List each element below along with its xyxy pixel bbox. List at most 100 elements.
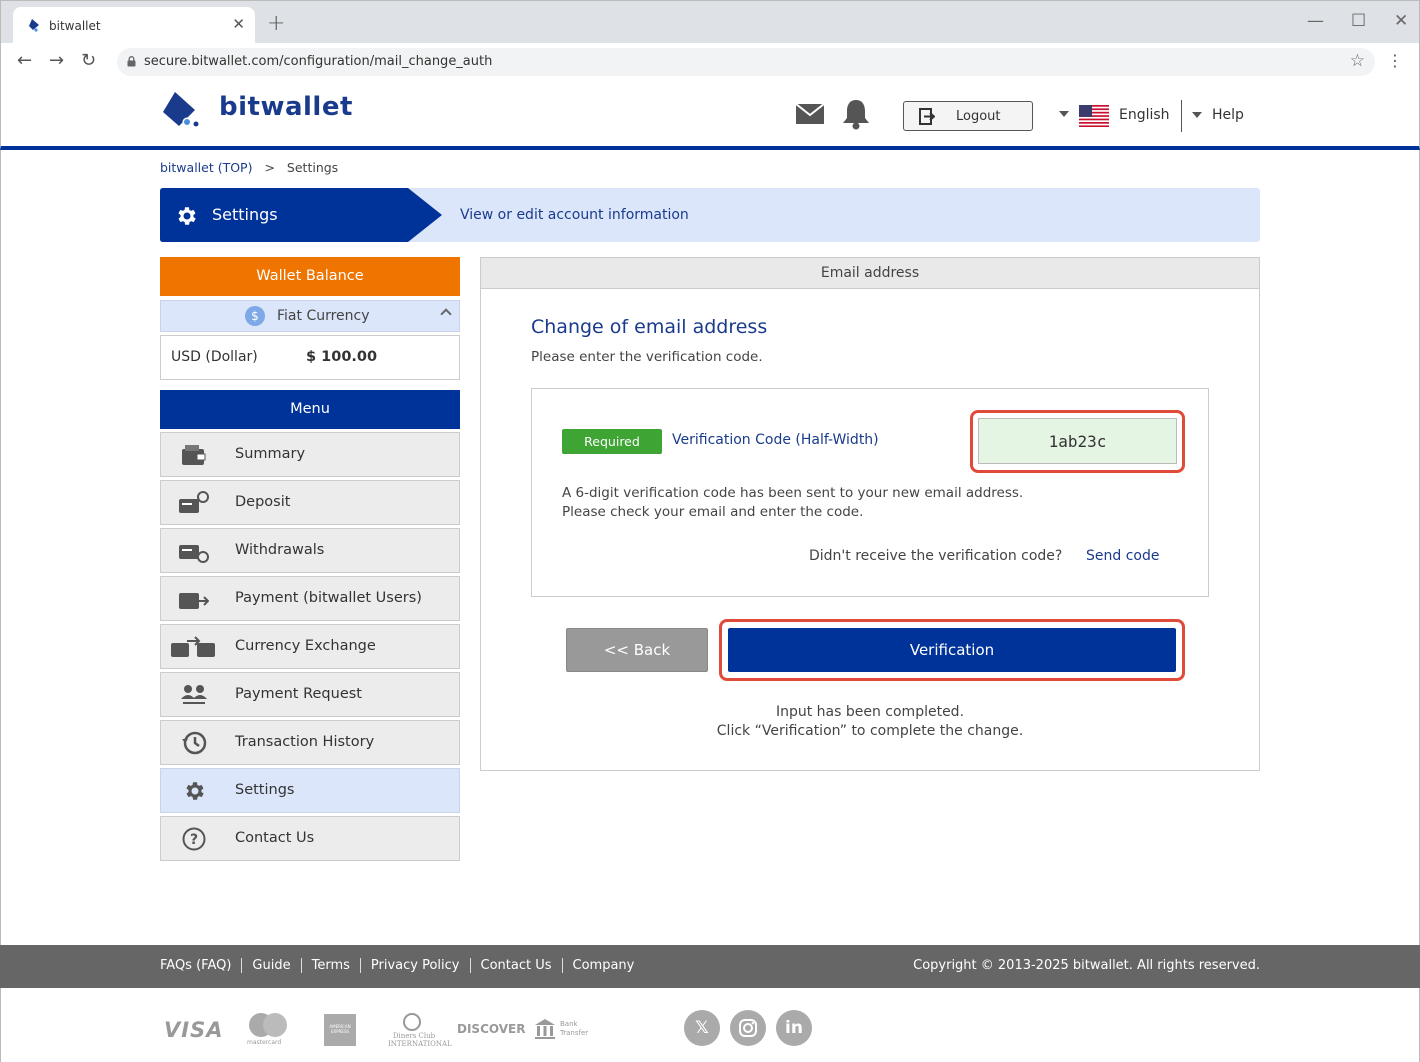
footer-bar: FAQs (FAQ) Guide Terms Privacy Policy Contac… [0, 945, 1420, 988]
back-button[interactable]: << Back [566, 628, 708, 672]
new-tab-icon[interactable]: + [267, 11, 285, 36]
site-header: bitwallet Logout English Help [0, 80, 1420, 150]
logout-button[interactable]: Logout [903, 101, 1033, 131]
amex-logo: AMERICAN EXPRESS [324, 1014, 356, 1046]
bitwallet-favicon-icon [29, 19, 39, 32]
mail-icon[interactable] [796, 104, 824, 124]
code-sent-note-line1: A 6-digit verification code has been sen… [562, 485, 1024, 501]
gear-icon [186, 782, 204, 800]
logo-wordmark: bitwallet [219, 92, 353, 122]
browser-chrome: bitwallet ✕ + — ☐ ✕ ← → ↻ secure.bitwall… [0, 0, 1420, 81]
browser-tab[interactable]: bitwallet ✕ [13, 7, 255, 43]
completion-note-line1: Input has been completed. [775, 704, 965, 720]
url-text: secure.bitwallet.com/configuration/mail_… [144, 54, 493, 69]
page-banner: Settings View or edit account informatio… [160, 188, 1260, 242]
fiat-currency-toggle[interactable]: $ Fiat Currency [160, 300, 460, 332]
diners-club-logo: Diners Club INTERNATIONAL [388, 1012, 452, 1052]
chevron-down-icon [1059, 111, 1069, 117]
menu-item-deposit[interactable]: Deposit [160, 480, 460, 525]
footer-link-terms[interactable]: Terms [301, 958, 361, 973]
bookmark-star-icon[interactable]: ☆ [1350, 51, 1365, 71]
logout-label: Logout [956, 109, 1001, 124]
users-icon [181, 685, 207, 704]
chevron-up-icon [440, 308, 452, 320]
copyright-text: Copyright © 2013-2025 bitwallet. All rig… [913, 958, 1260, 973]
footer-link-privacy[interactable]: Privacy Policy [360, 958, 471, 973]
help-label: Help [1212, 107, 1244, 123]
verification-code-label: Verification Code (Half-Width) [672, 432, 879, 448]
diners-club-circle-icon [403, 1013, 421, 1031]
deposit-icon [179, 491, 209, 513]
verification-form: Required Verification Code (Half-Width) … [531, 388, 1209, 597]
banner-arrow-shape [160, 188, 442, 242]
menu-header: Menu [160, 390, 460, 429]
menu-item-label: Contact Us [235, 830, 315, 846]
completion-note: Input has been completed. Click “Verific… [481, 703, 1259, 741]
us-flag-icon [1079, 105, 1109, 127]
footer-link-contact[interactable]: Contact Us [470, 958, 563, 973]
fiat-currency-label: Fiat Currency [277, 308, 370, 324]
linkedin-social-link[interactable]: in [776, 1010, 812, 1046]
bank-icon [535, 1019, 555, 1039]
banner-description: View or edit account information [460, 207, 689, 223]
url-field[interactable]: secure.bitwallet.com/configuration/mail_… [117, 48, 1375, 76]
mastercard-wordmark: mastercard [247, 1039, 282, 1046]
instagram-social-link[interactable] [730, 1010, 766, 1046]
amex-wordmark: AMERICAN EXPRESS [329, 1024, 351, 1034]
balance-amount: $ 100.00 [306, 349, 378, 365]
menu-item-currency-exchange[interactable]: Currency Exchange [160, 624, 460, 669]
menu-item-payment-request[interactable]: Payment Request [160, 672, 460, 717]
page-title: Change of email address [531, 316, 768, 338]
maximize-icon[interactable]: ☐ [1351, 11, 1366, 31]
breadcrumb-separator: > [264, 160, 275, 175]
history-icon [182, 731, 207, 755]
tab-title: bitwallet [49, 19, 101, 33]
send-code-link[interactable]: Send code [1086, 548, 1159, 564]
menu-item-withdrawals[interactable]: Withdrawals [160, 528, 460, 573]
verification-code-input[interactable] [978, 418, 1177, 464]
bell-icon[interactable] [841, 98, 871, 130]
menu-item-label: Summary [235, 446, 306, 462]
menu-item-summary[interactable]: Summary [160, 432, 460, 477]
menu-item-contact-us[interactable]: ? Contact Us [160, 816, 460, 861]
menu-item-settings[interactable]: Settings [160, 768, 460, 813]
menu-item-label: Currency Exchange [235, 638, 376, 654]
linkedin-icon: in [785, 1018, 803, 1038]
chevron-down-icon [1192, 112, 1202, 118]
x-icon: 𝕏 [695, 1018, 709, 1038]
footer-link-faq[interactable]: FAQs (FAQ) [160, 958, 243, 973]
menu-item-label: Settings [235, 782, 295, 798]
code-sent-note: A 6-digit verification code has been sen… [562, 484, 1023, 522]
required-badge: Required [562, 429, 662, 454]
balance-currency: USD (Dollar) [171, 349, 258, 365]
bitwallet-logo-icon [163, 92, 199, 127]
panel-header: Email address [481, 258, 1259, 289]
x-social-link[interactable]: 𝕏 [684, 1010, 720, 1046]
menu-item-transaction-history[interactable]: Transaction History [160, 720, 460, 765]
verification-button[interactable]: Verification [728, 628, 1176, 672]
page-subtitle: Please enter the verification code. [531, 349, 763, 365]
gear-icon [178, 207, 196, 225]
menu-item-payment[interactable]: Payment (bitwallet Users) [160, 576, 460, 621]
browser-menu-icon[interactable]: ⋮ [1387, 51, 1403, 70]
footer-link-guide[interactable]: Guide [242, 958, 302, 973]
breadcrumb: bitwallet (TOP) > Settings [160, 160, 338, 175]
back-arrow-icon[interactable]: ← [17, 50, 32, 71]
menu-item-label: Withdrawals [235, 542, 325, 558]
withdrawal-icon [179, 545, 209, 563]
minimize-icon[interactable]: — [1307, 11, 1324, 31]
tab-bar: bitwallet ✕ + — ☐ ✕ [1, 1, 1419, 43]
footer-link-company[interactable]: Company [563, 958, 645, 973]
help-menu[interactable]: Help [1181, 100, 1244, 132]
bank-transfer-wordmark: Bank Transfer [560, 1020, 589, 1037]
visa-logo: VISA [164, 1018, 224, 1042]
reload-icon[interactable]: ↻ [81, 50, 96, 71]
close-window-icon[interactable]: ✕ [1394, 11, 1408, 31]
code-sent-note-line2: Please check your email and enter the co… [562, 504, 864, 520]
menu-item-label: Payment (bitwallet Users) [235, 590, 422, 606]
resend-question: Didn't receive the verification code? [809, 548, 1063, 564]
dollar-coin-icon: $ [245, 306, 265, 326]
breadcrumb-home-link[interactable]: bitwallet (TOP) [160, 160, 252, 175]
tab-close-icon[interactable]: ✕ [232, 15, 245, 33]
forward-arrow-icon[interactable]: → [49, 50, 64, 71]
